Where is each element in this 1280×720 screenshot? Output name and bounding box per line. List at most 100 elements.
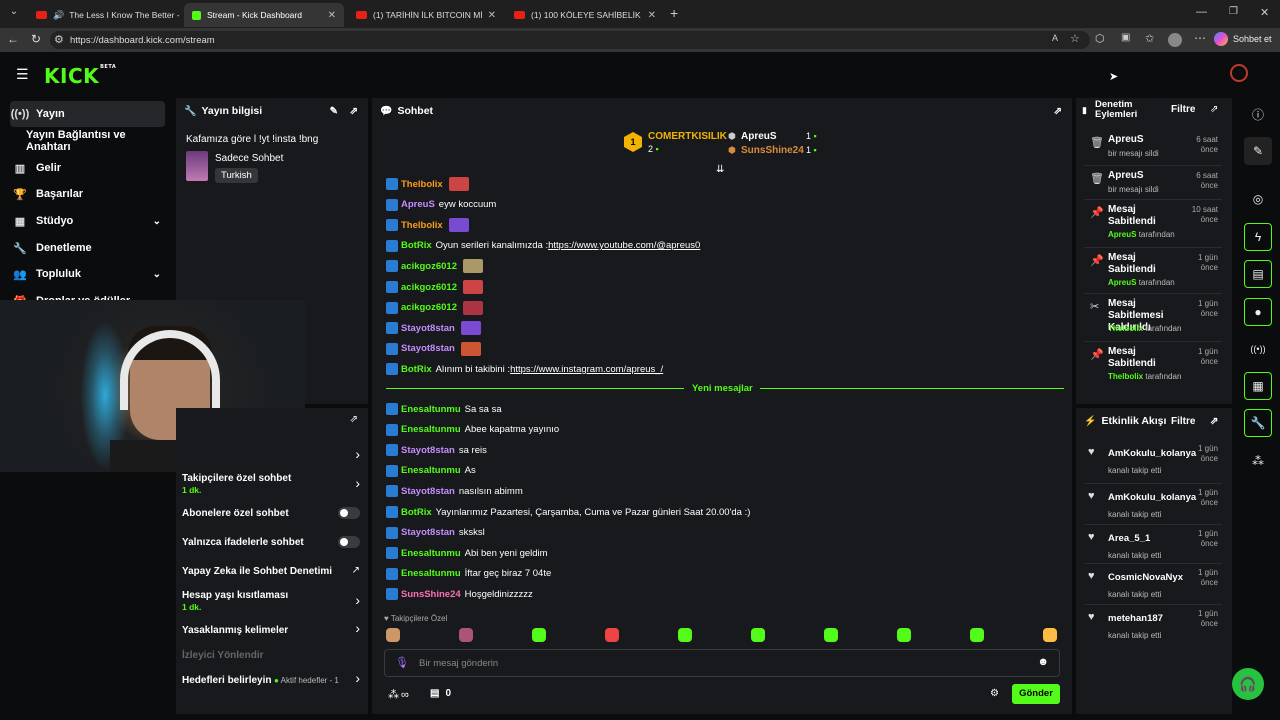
stream-category[interactable]: Sadece Sohbet (215, 153, 283, 164)
chat-username[interactable]: BotRix (401, 364, 432, 375)
activity-user[interactable]: metehan187 (1108, 613, 1163, 625)
activity-user[interactable]: CosmicNovaNyx (1108, 572, 1183, 584)
chevron-right-icon[interactable]: › (355, 620, 360, 636)
chat-input[interactable]: 🎙 Bir mesaj gönderin ☻ (384, 649, 1060, 677)
popout-icon[interactable]: ⇗ (1210, 416, 1218, 427)
chevron-right-icon[interactable]: › (355, 446, 360, 462)
broadcast-icon[interactable]: ((•)) (1244, 335, 1272, 363)
popout-icon[interactable]: ⇗ (1054, 106, 1062, 117)
send-button[interactable]: Gönder (1012, 684, 1060, 704)
sidebar-item-community[interactable]: 👥 Topluluk ⌄ (10, 261, 165, 287)
chat-username[interactable]: Enesaltunmu (401, 465, 461, 476)
window-close-icon[interactable]: ✕ (1260, 6, 1269, 19)
chat-username[interactable]: Thelbolix (401, 179, 443, 190)
tab-list-chevron-icon[interactable]: ⌄ (6, 6, 22, 22)
emote-button[interactable] (459, 628, 473, 642)
activity-item[interactable]: ♥ AmKokulu_kolanya kanalı takip etti 1 gün … (1076, 444, 1226, 488)
sidebar-item-achievements[interactable]: 🏆 Başarılar (10, 181, 165, 207)
chat-username[interactable]: Enesaltunmu (401, 404, 461, 415)
wrench-icon[interactable]: 🔧 (1244, 409, 1272, 437)
popout-icon[interactable]: ⇗ (350, 106, 358, 117)
sidebar-item-stream-key[interactable]: Yayın Bağlantısı ve Anahtarı (26, 128, 172, 154)
subscribers-only-toggle[interactable] (338, 507, 360, 519)
chat-username[interactable]: Stayot8stan (401, 445, 455, 456)
chat-username[interactable]: Stayot8stan (401, 323, 455, 334)
new-tab-icon[interactable]: + (670, 5, 678, 21)
points-icon[interactable]: ⁂ (1244, 447, 1272, 475)
emoji-icon[interactable]: ☻ (1037, 656, 1049, 668)
moderation-item[interactable]: 📌 Mesaj Sabitlendi ApreuS tarafından 10 saa… (1076, 202, 1226, 246)
read-aloud-icon[interactable]: A (1052, 33, 1058, 43)
emote-button[interactable] (605, 628, 619, 642)
filter-button[interactable]: Filtre (1171, 416, 1195, 427)
chat-username[interactable]: Stayot8stan (401, 486, 455, 497)
sidebar-item-moderation[interactable]: 🔧 Denetleme (10, 235, 165, 261)
chat-username[interactable]: Enesaltunmu (401, 568, 461, 579)
moderation-actor[interactable]: ApreuS (1108, 230, 1136, 239)
split-screen-icon[interactable]: ▣ (1121, 32, 1130, 43)
emote-button[interactable] (678, 628, 692, 642)
microphone-icon[interactable]: 🎙 (395, 656, 409, 669)
more-icon[interactable]: ⋯ (1194, 31, 1206, 45)
browser-tab-active[interactable]: Stream - Kick Dashboard ✕ (184, 3, 344, 27)
chat-username[interactable]: Stayot8stan (401, 343, 455, 354)
setting-banned-words[interactable]: Yasaklanmış kelimeler (182, 625, 288, 636)
emote-button[interactable] (751, 628, 765, 642)
moderation-actor[interactable]: Thelbolix (1108, 372, 1143, 381)
favorite-icon[interactable]: ☆ (1070, 32, 1080, 45)
kick-points[interactable]: ⁂ ∞ (388, 688, 409, 702)
activity-user[interactable]: AmKokulu_kolanya (1108, 492, 1196, 504)
chat-username[interactable]: SunsShine24 (401, 589, 461, 600)
setting-followers-only[interactable]: Takipçilere özel sohbet (182, 473, 291, 484)
chat-username[interactable]: Stayot8stan (401, 527, 455, 538)
close-icon[interactable]: ✕ (642, 10, 656, 21)
chat-settings-icon[interactable]: ⚙ (990, 688, 999, 699)
chat-icon[interactable]: ● (1244, 298, 1272, 326)
list-icon[interactable]: ▤ (1244, 260, 1272, 288)
pinned-toggle-icon[interactable]: ⇊ (716, 164, 724, 175)
moderation-actor[interactable]: Thelbolix (1108, 324, 1143, 333)
setting-goals[interactable]: Hedefleri belirleyin (182, 675, 271, 686)
avatar[interactable] (1168, 33, 1182, 47)
emote-button[interactable] (532, 628, 546, 642)
chat-username[interactable]: Enesaltunmu (401, 424, 461, 435)
chat-username[interactable]: acikgoz6012 (401, 302, 457, 313)
browser-tab[interactable]: 🔊 The Less I Know The Better - Y ✕ (28, 3, 180, 27)
favorites-icon[interactable]: ✩ (1145, 32, 1154, 45)
emote-button[interactable] (824, 628, 838, 642)
support-button[interactable]: 🎧 (1232, 668, 1264, 700)
close-icon[interactable]: ✕ (322, 10, 336, 21)
edit-icon[interactable]: ✎ (330, 106, 338, 117)
copilot-button[interactable]: Sohbet et (1214, 32, 1272, 46)
chat-link[interactable]: https://www.youtube.com/@apreus0 (548, 240, 700, 251)
chat-username[interactable]: BotRix (401, 240, 432, 251)
close-icon[interactable]: ✕ (482, 10, 496, 21)
drops-counter[interactable]: ▤ 0 (430, 688, 451, 699)
activity-item[interactable]: ♥ AmKokulu_kolanya kanalı takip etti 1 gün … (1076, 488, 1226, 532)
activity-user[interactable]: Area_5_1 (1108, 533, 1150, 545)
moderation-item[interactable]: 📌 Mesaj Sabitlendi Thelbolix tarafından 1 g… (1076, 344, 1226, 388)
chat-username[interactable]: Enesaltunmu (401, 548, 461, 559)
chat-username[interactable]: acikgoz6012 (401, 261, 457, 272)
emote-button[interactable] (970, 628, 984, 642)
kick-logo[interactable]: KICKBETA (44, 64, 116, 88)
activity-item[interactable]: ♥ Area_5_1 kanalı takip etti 1 gün önce (1076, 529, 1226, 573)
reload-icon[interactable]: ↻ (31, 32, 41, 46)
extensions-icon[interactable]: ⬡ (1095, 32, 1105, 45)
emote-button[interactable] (386, 628, 400, 642)
sidebar-item-stream[interactable]: ((•)) Yayın (10, 101, 165, 127)
emotes-only-toggle[interactable] (338, 536, 360, 548)
sidebar-item-studio[interactable]: ▦ Stüdyo ⌄ (10, 208, 165, 234)
chat-username[interactable]: BotRix (401, 507, 432, 518)
moderation-item[interactable]: 📌 Mesaj Sabitlendi ApreuS tarafından 1 gün … (1076, 250, 1226, 294)
chevron-right-icon[interactable]: › (355, 592, 360, 608)
chat-username[interactable]: ApreuS (401, 199, 435, 210)
edit-icon[interactable]: ✎ (1244, 137, 1272, 165)
activity-item[interactable]: ♥ CosmicNovaNyx kanalı takip etti 1 gün önc… (1076, 568, 1226, 612)
user-avatar-icon[interactable] (1230, 64, 1248, 82)
browser-tab[interactable]: (1) TARİHİN İLK BITCOIN MİLYARDE ✕ (348, 3, 504, 27)
chat-username[interactable]: acikgoz6012 (401, 282, 457, 293)
external-link-icon[interactable]: ↗ (352, 565, 360, 576)
info-icon[interactable]: ⓘ (1244, 100, 1272, 128)
camera-icon[interactable]: ◎ (1244, 185, 1272, 213)
